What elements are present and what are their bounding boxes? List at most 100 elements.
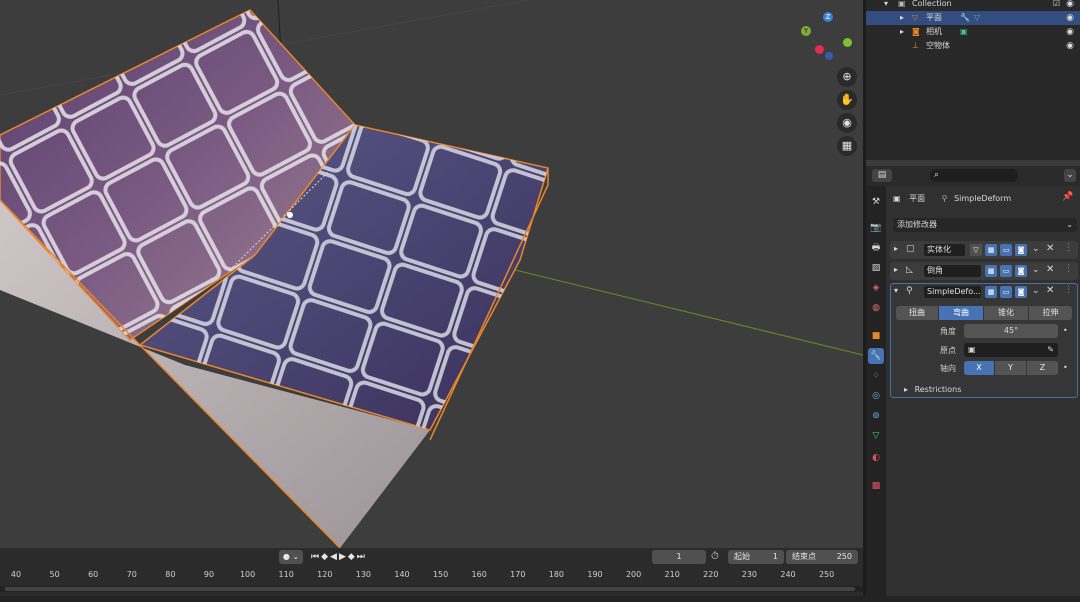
- modifier-panel-solidify[interactable]: ▸ ▢ 实体化 ▽ ▦ ▭ ◙ ⌄ ✕ ⋮: [890, 241, 1078, 259]
- mode-twist-button[interactable]: 扭曲: [896, 306, 938, 320]
- jump-end-icon[interactable]: ⏭: [357, 552, 367, 562]
- physics-tab-icon[interactable]: ◎: [868, 388, 884, 404]
- expand-arrow-icon[interactable]: ▸: [904, 385, 908, 394]
- drag-handle-icon[interactable]: ⋮: [1064, 243, 1073, 253]
- collapse-arrow-icon[interactable]: ▾: [884, 0, 888, 11]
- tool-tab-icon[interactable]: ⚒: [868, 194, 884, 210]
- modifier-header-simpledeform[interactable]: ▾ ⚲ SimpleDefo... ▦ ▭ ◙ ⌄ ✕ ⋮: [890, 283, 1078, 301]
- render-toggle-icon[interactable]: ◙: [1015, 244, 1027, 256]
- chevron-down-icon[interactable]: ⌄: [1032, 244, 1040, 254]
- drag-handle-icon[interactable]: ⋮: [1064, 264, 1073, 274]
- editmode-toggle-icon[interactable]: ▦: [985, 286, 997, 298]
- expand-arrow-icon[interactable]: ▸: [894, 265, 898, 274]
- eye-icon[interactable]: ◉: [1066, 25, 1074, 39]
- modifier-wrench-icon[interactable]: 🔧: [960, 11, 970, 25]
- jump-start-icon[interactable]: ⏮: [311, 552, 321, 562]
- eye-icon[interactable]: ◉: [1066, 11, 1074, 25]
- viewport-toggle-icon[interactable]: ▭: [1000, 286, 1012, 298]
- keyframe-dot-icon[interactable]: •: [1063, 363, 1068, 372]
- eyedropper-icon[interactable]: ✎: [1047, 343, 1054, 357]
- outliner-row-camera[interactable]: ▸ ◙ 相机 ▣ ◉: [866, 25, 1080, 39]
- close-icon[interactable]: ✕: [1046, 285, 1054, 296]
- neg-y-axis-icon[interactable]: [843, 38, 852, 47]
- chevron-down-icon[interactable]: ⌄: [1032, 265, 1040, 275]
- world-tab-icon[interactable]: ◍: [868, 300, 884, 316]
- modifier-name-field[interactable]: 实体化: [924, 244, 965, 256]
- restrictions-subpanel[interactable]: ▸ Restrictions: [904, 385, 961, 394]
- start-frame-field[interactable]: 起始 1: [728, 550, 784, 564]
- current-frame-field[interactable]: 1: [652, 550, 706, 564]
- axis-x-button[interactable]: X: [964, 361, 994, 375]
- prev-keyframe-icon[interactable]: ◆: [321, 552, 330, 562]
- edit-cage-icon[interactable]: ▽: [970, 244, 982, 256]
- perspective-grid-icon[interactable]: ▦: [837, 136, 857, 156]
- material-tab-icon[interactable]: ◐: [868, 450, 884, 466]
- next-keyframe-icon[interactable]: ◆: [348, 552, 357, 562]
- keying-dropdown[interactable]: ● ⌄: [279, 550, 303, 564]
- render-toggle-icon[interactable]: ◙: [1015, 286, 1027, 298]
- chevron-down-icon[interactable]: ⌄: [1032, 286, 1040, 296]
- modifier-tab-icon[interactable]: 🔧: [868, 348, 884, 364]
- modifier-name-field[interactable]: SimpleDefo...: [924, 286, 981, 298]
- pin-icon[interactable]: 📌: [1062, 192, 1073, 202]
- viewport-toggle-icon[interactable]: ▭: [1000, 244, 1012, 256]
- mode-taper-button[interactable]: 锥化: [984, 306, 1028, 320]
- camera-view-icon[interactable]: ◉: [837, 113, 857, 133]
- viewport-toggle-icon[interactable]: ▭: [1000, 265, 1012, 277]
- navigation-gizmo[interactable]: Z Y: [795, 10, 855, 65]
- expand-arrow-icon[interactable]: ▸: [900, 11, 904, 25]
- end-frame-field[interactable]: 结束点 250: [786, 550, 858, 564]
- eye-icon[interactable]: ◉: [1066, 0, 1074, 11]
- render-tab-icon[interactable]: 📷: [868, 220, 884, 236]
- playback-controls[interactable]: ⏮◆◀▶◆⏭: [311, 550, 399, 564]
- close-icon[interactable]: ✕: [1046, 264, 1054, 275]
- origin-object-field[interactable]: ▣ ✎: [964, 343, 1058, 357]
- pan-hand-icon[interactable]: ✋: [837, 90, 857, 110]
- mode-bend-button[interactable]: 弯曲: [939, 306, 983, 320]
- neg-z-axis-icon[interactable]: [825, 52, 833, 60]
- constraints-tab-icon[interactable]: ⊚: [868, 408, 884, 424]
- data-tab-icon[interactable]: ▽: [868, 428, 884, 444]
- editmode-toggle-icon[interactable]: ▦: [985, 265, 997, 277]
- keyframe-dot-icon[interactable]: •: [1063, 326, 1068, 335]
- y-axis-icon[interactable]: Y: [801, 26, 811, 36]
- axis-z-button[interactable]: Z: [1027, 361, 1058, 375]
- mode-stretch-button[interactable]: 拉伸: [1029, 306, 1072, 320]
- render-toggle-icon[interactable]: ◙: [1015, 265, 1027, 277]
- zoom-icon[interactable]: ⊕: [837, 67, 857, 87]
- eye-icon[interactable]: ◉: [1066, 39, 1074, 53]
- x-axis-icon[interactable]: [815, 45, 824, 54]
- outliner-row-plane[interactable]: ▸ ▽ 平面 🔧 ▽ ◉: [866, 11, 1080, 25]
- modifier-panel-bevel[interactable]: ▸ ◺ 倒角 ▦ ▭ ◙ ⌄ ✕ ⋮: [890, 262, 1078, 280]
- properties-search-input[interactable]: ⌕: [930, 169, 1018, 182]
- mesh-data-icon[interactable]: ▽: [974, 11, 980, 25]
- particles-tab-icon[interactable]: ⁘: [868, 368, 884, 384]
- play-icon[interactable]: ▶: [339, 552, 348, 562]
- angle-field[interactable]: 45°: [964, 324, 1058, 338]
- editor-type-icon[interactable]: ▤: [872, 169, 892, 182]
- expand-arrow-icon[interactable]: ▸: [894, 244, 898, 253]
- editmode-toggle-icon[interactable]: ▦: [985, 244, 997, 256]
- modifier-name-field[interactable]: 倒角: [924, 265, 981, 277]
- view-layer-tab-icon[interactable]: ▨: [868, 260, 884, 276]
- expand-arrow-icon[interactable]: ▸: [900, 25, 904, 39]
- z-axis-icon[interactable]: Z: [823, 12, 833, 22]
- outliner-row-empty[interactable]: ⊥ 空物体 ◉: [866, 39, 1080, 53]
- play-reverse-icon[interactable]: ◀: [330, 552, 339, 562]
- axis-y-button[interactable]: Y: [995, 361, 1026, 375]
- camera-data-icon[interactable]: ▣: [960, 25, 968, 39]
- 3d-viewport[interactable]: Z Y ⊕ ✋ ◉ ▦: [0, 0, 863, 548]
- output-tab-icon[interactable]: 🖶: [868, 240, 884, 256]
- outliner-row-collection[interactable]: ▾ ▣ Collection ☑ ◉: [866, 0, 1080, 11]
- collapse-arrow-icon[interactable]: ▾: [894, 286, 898, 295]
- add-modifier-dropdown[interactable]: 添加修改器 ⌄: [893, 218, 1077, 232]
- texture-tab-icon[interactable]: ▩: [868, 478, 884, 494]
- options-dropdown-icon[interactable]: ⌄: [1064, 169, 1076, 182]
- object-tab-icon[interactable]: ■: [868, 328, 884, 344]
- scene-tab-icon[interactable]: ◈: [868, 280, 884, 296]
- checkbox-icon[interactable]: ☑: [1053, 0, 1060, 11]
- close-icon[interactable]: ✕: [1046, 243, 1054, 254]
- drag-handle-icon[interactable]: ⋮: [1064, 285, 1073, 295]
- timeline-scrollbar[interactable]: [0, 586, 863, 592]
- stopwatch-icon[interactable]: ⏱: [711, 551, 719, 562]
